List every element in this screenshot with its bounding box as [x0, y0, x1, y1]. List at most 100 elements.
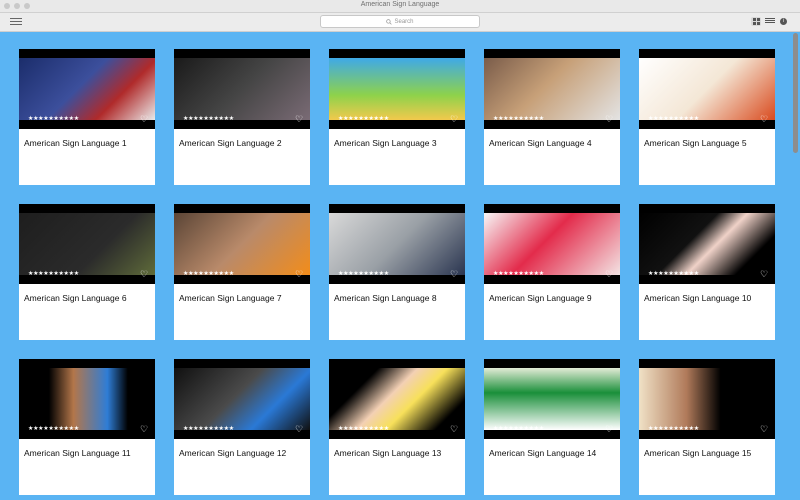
- heart-icon[interactable]: ♡: [140, 115, 148, 124]
- video-card[interactable]: ★★★★★★★★★★ ♡ American Sign Language 6: [19, 204, 155, 340]
- thumbnail-image: [484, 58, 620, 120]
- title-bar: American Sign Language: [0, 0, 800, 13]
- video-title: American Sign Language 11: [24, 448, 131, 458]
- rating-stars[interactable]: ★★★★★★★★★★: [648, 270, 699, 277]
- video-card[interactable]: ★★★★★★★★★★ ♡ American Sign Language 11: [19, 359, 155, 495]
- video-card[interactable]: ★★★★★★★★★★ ♡ American Sign Language 9: [484, 204, 620, 340]
- video-thumbnail[interactable]: ★★★★★★★★★★ ♡: [174, 204, 310, 284]
- video-grid: ★★★★★★★★★★ ♡ American Sign Language 1 ★★★★★…: [19, 49, 779, 500]
- heart-icon[interactable]: ♡: [605, 115, 613, 124]
- video-title: American Sign Language 3: [334, 138, 437, 148]
- rating-stars[interactable]: ★★★★★★★★★★: [183, 425, 234, 432]
- heart-icon[interactable]: ♡: [140, 270, 148, 279]
- heart-icon[interactable]: ♡: [760, 425, 768, 434]
- thumbnail-image: [19, 58, 155, 120]
- video-thumbnail[interactable]: ★★★★★★★★★★ ♡: [484, 359, 620, 439]
- heart-icon[interactable]: ♡: [605, 425, 613, 434]
- video-title: American Sign Language 8: [334, 293, 437, 303]
- video-card[interactable]: ★★★★★★★★★★ ♡ American Sign Language 10: [639, 204, 775, 340]
- video-thumbnail[interactable]: ★★★★★★★★★★ ♡: [19, 204, 155, 284]
- heart-icon[interactable]: ♡: [760, 270, 768, 279]
- video-title: American Sign Language 7: [179, 293, 282, 303]
- video-thumbnail[interactable]: ★★★★★★★★★★ ♡: [174, 359, 310, 439]
- video-card[interactable]: ★★★★★★★★★★ ♡ American Sign Language 12: [174, 359, 310, 495]
- video-title: American Sign Language 15: [644, 448, 752, 458]
- video-card[interactable]: ★★★★★★★★★★ ♡ American Sign Language 7: [174, 204, 310, 340]
- video-title: American Sign Language 6: [24, 293, 127, 303]
- thumbnail-image: [329, 58, 465, 120]
- video-thumbnail[interactable]: ★★★★★★★★★★ ♡: [639, 49, 775, 129]
- video-title: American Sign Language 2: [179, 138, 282, 148]
- vertical-scrollbar[interactable]: [793, 33, 798, 153]
- video-thumbnail[interactable]: ★★★★★★★★★★ ♡: [639, 204, 775, 284]
- rating-stars[interactable]: ★★★★★★★★★★: [183, 115, 234, 122]
- video-card[interactable]: ★★★★★★★★★★ ♡ American Sign Language 5: [639, 49, 775, 185]
- thumbnail-image: [19, 368, 155, 430]
- video-title: American Sign Language 10: [644, 293, 752, 303]
- thumbnail-image: [329, 368, 465, 430]
- rating-stars[interactable]: ★★★★★★★★★★: [648, 425, 699, 432]
- rating-stars[interactable]: ★★★★★★★★★★: [28, 115, 79, 122]
- video-thumbnail[interactable]: ★★★★★★★★★★ ♡: [19, 49, 155, 129]
- window-title: American Sign Language: [360, 1, 440, 8]
- video-title: American Sign Language 1: [24, 138, 127, 148]
- thumbnail-image: [19, 213, 155, 275]
- hamburger-menu-icon[interactable]: [10, 16, 22, 27]
- video-card[interactable]: ★★★★★★★★★★ ♡ American Sign Language 14: [484, 359, 620, 495]
- video-title: American Sign Language 14: [489, 448, 597, 458]
- rating-stars[interactable]: ★★★★★★★★★★: [493, 115, 544, 122]
- search-placeholder: Search: [394, 18, 414, 25]
- video-thumbnail[interactable]: ★★★★★★★★★★ ♡: [329, 204, 465, 284]
- rating-stars[interactable]: ★★★★★★★★★★: [28, 270, 79, 277]
- thumbnail-image: [174, 58, 310, 120]
- list-view-icon[interactable]: [765, 17, 775, 26]
- thumbnail-image: [639, 58, 775, 120]
- video-thumbnail[interactable]: ★★★★★★★★★★ ♡: [329, 49, 465, 129]
- video-thumbnail[interactable]: ★★★★★★★★★★ ♡: [19, 359, 155, 439]
- heart-icon[interactable]: ♡: [450, 425, 458, 434]
- video-card[interactable]: ★★★★★★★★★★ ♡ American Sign Language 4: [484, 49, 620, 185]
- rating-stars[interactable]: ★★★★★★★★★★: [338, 115, 389, 122]
- search-field[interactable]: Search: [320, 15, 480, 28]
- search-icon: [386, 18, 393, 25]
- video-thumbnail[interactable]: ★★★★★★★★★★ ♡: [639, 359, 775, 439]
- video-card[interactable]: ★★★★★★★★★★ ♡ American Sign Language 13: [329, 359, 465, 495]
- toolbar: Search i: [0, 13, 800, 32]
- video-title: American Sign Language 9: [489, 293, 592, 303]
- video-thumbnail[interactable]: ★★★★★★★★★★ ♡: [329, 359, 465, 439]
- heart-icon[interactable]: ♡: [295, 115, 303, 124]
- video-card[interactable]: ★★★★★★★★★★ ♡ American Sign Language 3: [329, 49, 465, 185]
- thumbnail-image: [174, 368, 310, 430]
- thumbnail-image: [639, 213, 775, 275]
- heart-icon[interactable]: ♡: [605, 270, 613, 279]
- heart-icon[interactable]: ♡: [450, 115, 458, 124]
- heart-icon[interactable]: ♡: [295, 425, 303, 434]
- video-thumbnail[interactable]: ★★★★★★★★★★ ♡: [174, 49, 310, 129]
- info-icon[interactable]: i: [780, 18, 787, 25]
- thumbnail-image: [174, 213, 310, 275]
- video-card[interactable]: ★★★★★★★★★★ ♡ American Sign Language 2: [174, 49, 310, 185]
- thumbnail-image: [484, 213, 620, 275]
- video-thumbnail[interactable]: ★★★★★★★★★★ ♡: [484, 49, 620, 129]
- video-thumbnail[interactable]: ★★★★★★★★★★ ♡: [484, 204, 620, 284]
- rating-stars[interactable]: ★★★★★★★★★★: [648, 115, 699, 122]
- rating-stars[interactable]: ★★★★★★★★★★: [183, 270, 234, 277]
- video-card[interactable]: ★★★★★★★★★★ ♡ American Sign Language 8: [329, 204, 465, 340]
- rating-stars[interactable]: ★★★★★★★★★★: [338, 425, 389, 432]
- video-card[interactable]: ★★★★★★★★★★ ♡ American Sign Language 1: [19, 49, 155, 185]
- heart-icon[interactable]: ♡: [295, 270, 303, 279]
- video-title: American Sign Language 5: [644, 138, 747, 148]
- rating-stars[interactable]: ★★★★★★★★★★: [493, 425, 544, 432]
- rating-stars[interactable]: ★★★★★★★★★★: [338, 270, 389, 277]
- heart-icon[interactable]: ♡: [450, 270, 458, 279]
- grid-view-icon[interactable]: [751, 17, 761, 26]
- video-title: American Sign Language 13: [334, 448, 442, 458]
- rating-stars[interactable]: ★★★★★★★★★★: [493, 270, 544, 277]
- video-card[interactable]: ★★★★★★★★★★ ♡ American Sign Language 15: [639, 359, 775, 495]
- heart-icon[interactable]: ♡: [760, 115, 768, 124]
- heart-icon[interactable]: ♡: [140, 425, 148, 434]
- rating-stars[interactable]: ★★★★★★★★★★: [28, 425, 79, 432]
- thumbnail-image: [639, 368, 775, 430]
- thumbnail-image: [329, 213, 465, 275]
- thumbnail-image: [484, 368, 620, 430]
